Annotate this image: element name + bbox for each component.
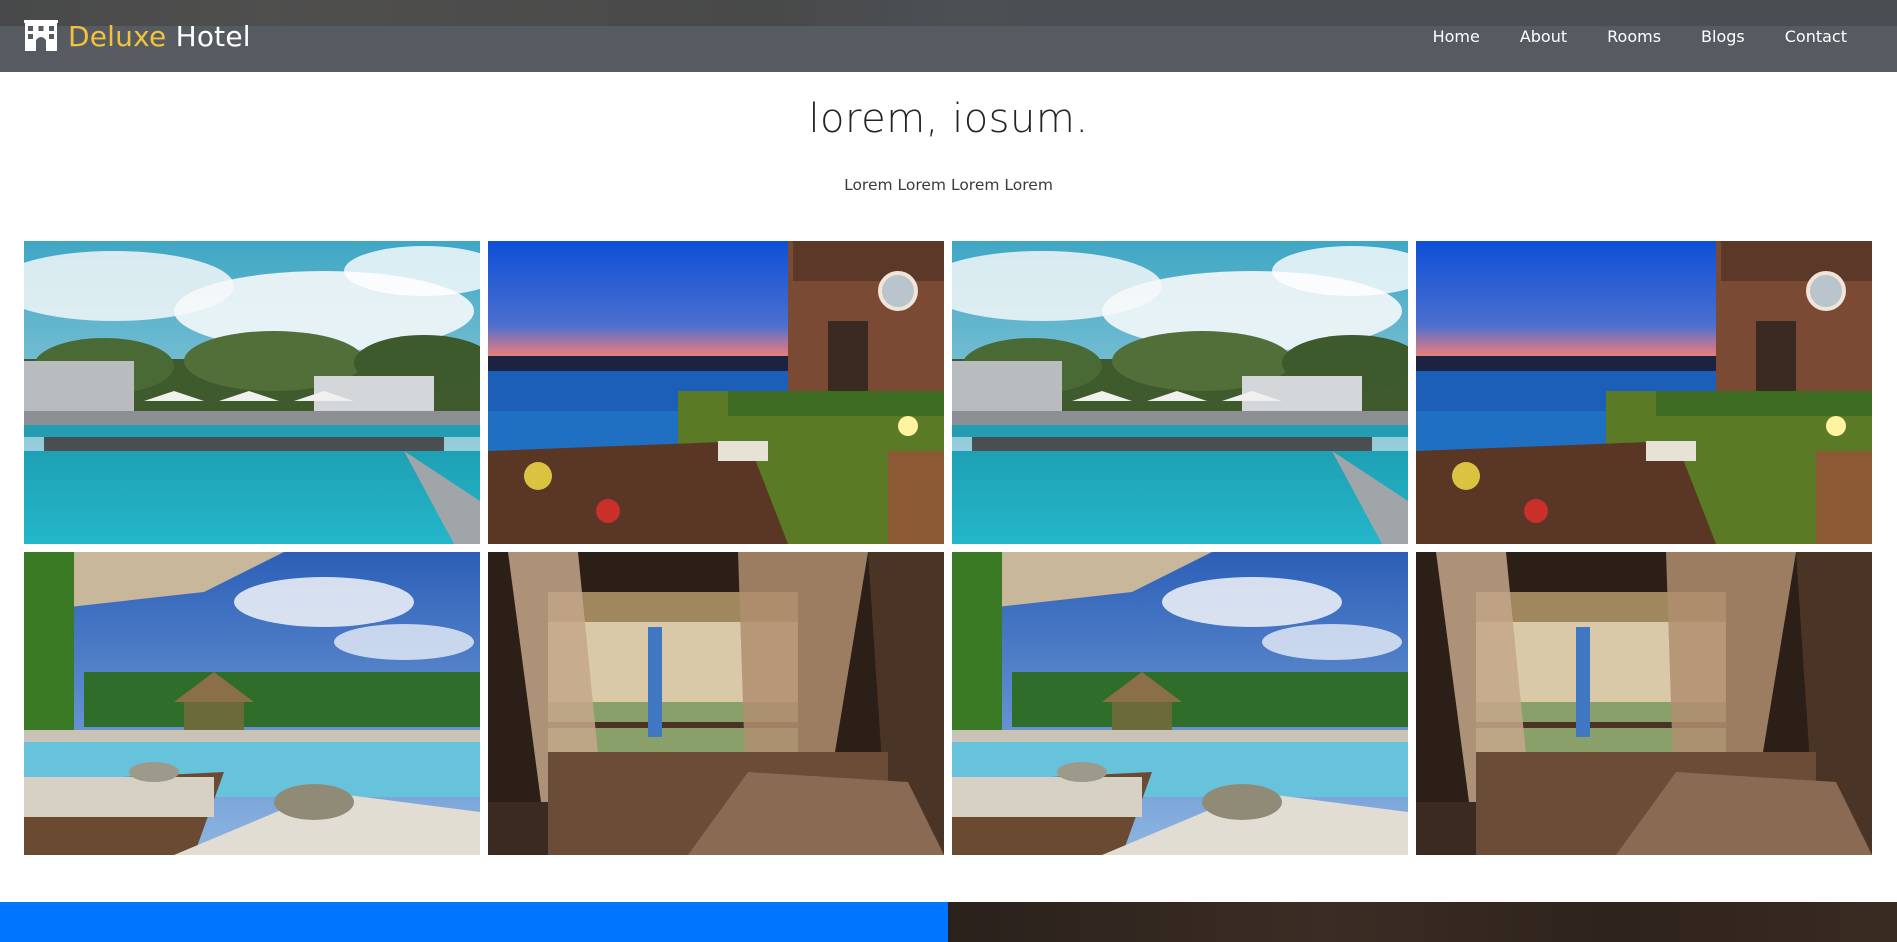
hotel-building-icon	[24, 20, 58, 51]
terrace-sunset-image	[1416, 241, 1872, 544]
next-section-image-panel	[948, 902, 1897, 942]
gallery-photo-bedroom-canopy[interactable]	[1416, 552, 1872, 855]
bedroom-canopy-image	[488, 552, 944, 855]
brand-name-second: Hotel	[175, 19, 251, 53]
gallery-photo-tropical-pool[interactable]	[24, 552, 480, 855]
next-section-blue-panel	[0, 902, 948, 942]
nav-link-rooms[interactable]: Rooms	[1587, 27, 1681, 46]
tropical-pool-image	[952, 552, 1408, 855]
bedroom-canopy-image	[1416, 552, 1872, 855]
terrace-sunset-image	[488, 241, 944, 544]
brand-name: Deluxe Hotel	[68, 20, 251, 53]
pool-day-image	[24, 241, 480, 544]
nav-link-blogs[interactable]: Blogs	[1681, 27, 1765, 46]
navbar: Deluxe Hotel Home About Rooms Blogs Cont…	[0, 0, 1897, 72]
nav-menu: Home About Rooms Blogs Contact	[1413, 27, 1847, 46]
section-title: lorem, iosum.	[808, 96, 1089, 142]
nav-link-home[interactable]: Home	[1413, 27, 1500, 46]
section-subtitle: Lorem Lorem Lorem Lorem	[844, 176, 1053, 194]
nav-link-contact[interactable]: Contact	[1765, 27, 1847, 46]
navbar-background-strip	[0, 0, 1897, 26]
gallery-photo-bedroom-canopy[interactable]	[488, 552, 944, 855]
nav-link-about[interactable]: About	[1500, 27, 1587, 46]
gallery-photo-tropical-pool[interactable]	[952, 552, 1408, 855]
gallery-photo-pool-day[interactable]	[24, 241, 480, 544]
brand-name-first: Deluxe	[68, 19, 167, 53]
tropical-pool-image	[24, 552, 480, 855]
gallery-photo-terrace-sunset[interactable]	[1416, 241, 1872, 544]
photo-gallery	[24, 241, 1872, 856]
pool-day-image	[952, 241, 1408, 544]
brand-link[interactable]: Deluxe Hotel	[24, 20, 251, 53]
gallery-photo-pool-day[interactable]	[952, 241, 1408, 544]
gallery-photo-terrace-sunset[interactable]	[488, 241, 944, 544]
